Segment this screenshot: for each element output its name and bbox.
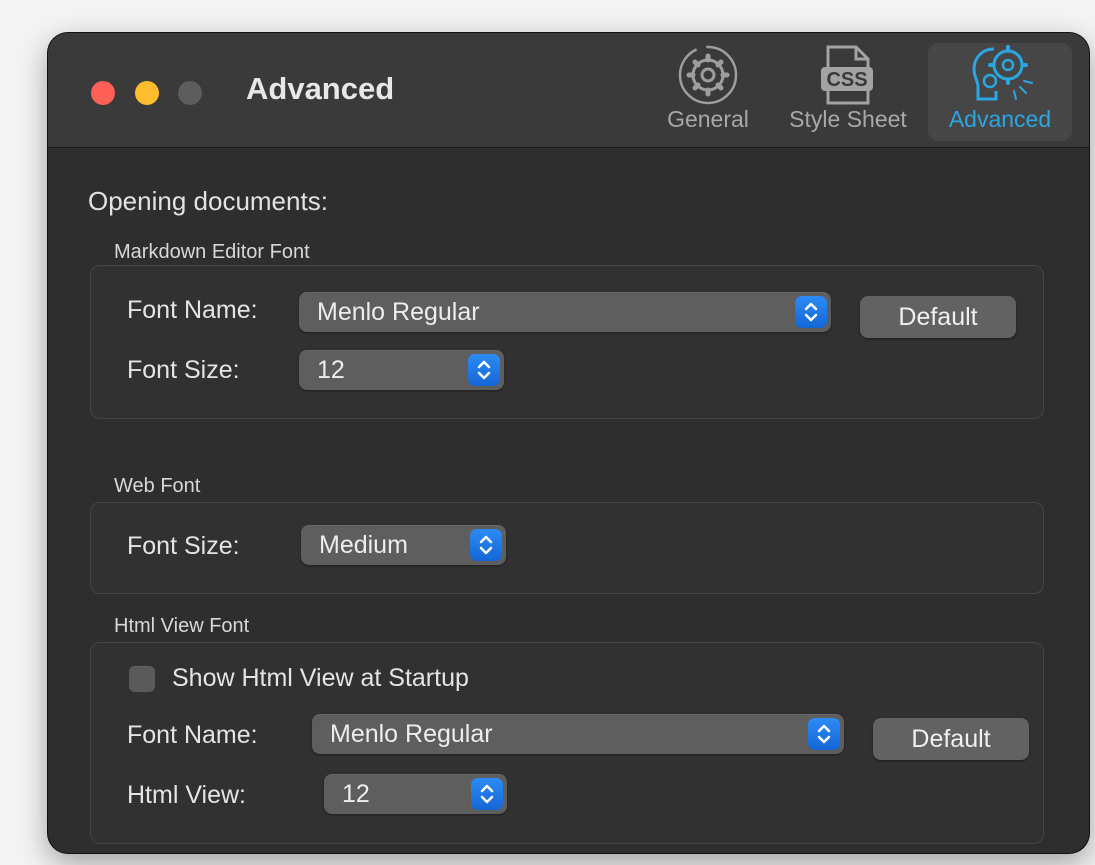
toolbar-advanced-tab[interactable]: Advanced [928, 43, 1072, 141]
chevron-up-down-icon [808, 718, 840, 750]
css-file-icon: CSS [821, 45, 873, 105]
toolbar-general-label: General [667, 106, 749, 132]
html-view-size-popup[interactable]: 12 [324, 774, 507, 814]
web-font-size-label: Font Size: [127, 532, 240, 560]
chevron-up-down-icon [795, 296, 827, 328]
markdown-font-size-label: Font Size: [127, 356, 240, 384]
html-view-size-value: 12 [342, 780, 370, 808]
title-bar: Advanced General CSS Style Sheet Advance… [48, 33, 1089, 148]
close-window-button[interactable] [91, 81, 115, 105]
toolbar-style-sheet-label: Style Sheet [789, 106, 907, 132]
markdown-font-size-popup[interactable]: 12 [299, 350, 504, 390]
html-view-font-group: Show Html View at Startup Font Name: Men… [90, 642, 1044, 844]
markdown-font-name-value: Menlo Regular [317, 298, 480, 326]
html-font-name-label: Font Name: [127, 721, 258, 749]
chevron-up-down-icon [470, 529, 502, 561]
markdown-font-name-popup[interactable]: Menlo Regular [299, 292, 831, 332]
svg-text:CSS: CSS [826, 69, 867, 91]
html-font-name-value: Menlo Regular [330, 720, 493, 748]
web-font-size-value: Medium [319, 531, 408, 559]
web-font-size-popup[interactable]: Medium [301, 525, 506, 565]
html-font-default-button[interactable]: Default [873, 718, 1029, 760]
html-view-size-label: Html View: [127, 781, 247, 809]
show-html-view-label: Show Html View at Startup [172, 664, 469, 692]
opening-documents-heading: Opening documents: [88, 186, 328, 216]
chevron-up-down-icon [468, 354, 500, 386]
toolbar-advanced-label: Advanced [948, 106, 1052, 132]
html-font-name-popup[interactable]: Menlo Regular [312, 714, 844, 754]
preferences-window: Advanced General CSS Style Sheet Advance… [48, 33, 1089, 853]
toolbar-style-sheet-tab[interactable]: CSS Style Sheet [778, 43, 918, 141]
markdown-font-default-button[interactable]: Default [860, 296, 1016, 338]
chevron-up-down-icon [471, 778, 503, 810]
html-view-font-label: Html View Font [114, 615, 250, 637]
markdown-editor-font-group: Font Name: Menlo Regular Default Font Si… [90, 265, 1044, 419]
show-html-view-checkbox[interactable] [129, 666, 155, 692]
window-title: Advanced [246, 71, 395, 106]
minimize-window-button[interactable] [135, 81, 159, 105]
toolbar-general-tab[interactable]: General [658, 43, 758, 141]
gear-icon [678, 45, 738, 105]
brain-gear-icon [972, 45, 1033, 101]
markdown-editor-font-label: Markdown Editor Font [114, 241, 310, 263]
web-font-group: Font Size: Medium [90, 502, 1044, 594]
markdown-font-name-label: Font Name: [127, 296, 258, 324]
web-font-label: Web Font [114, 475, 201, 497]
preferences-content: Opening documents: Markdown Editor Font … [48, 148, 1089, 853]
zoom-window-button[interactable] [178, 81, 202, 105]
markdown-font-size-value: 12 [317, 356, 345, 384]
